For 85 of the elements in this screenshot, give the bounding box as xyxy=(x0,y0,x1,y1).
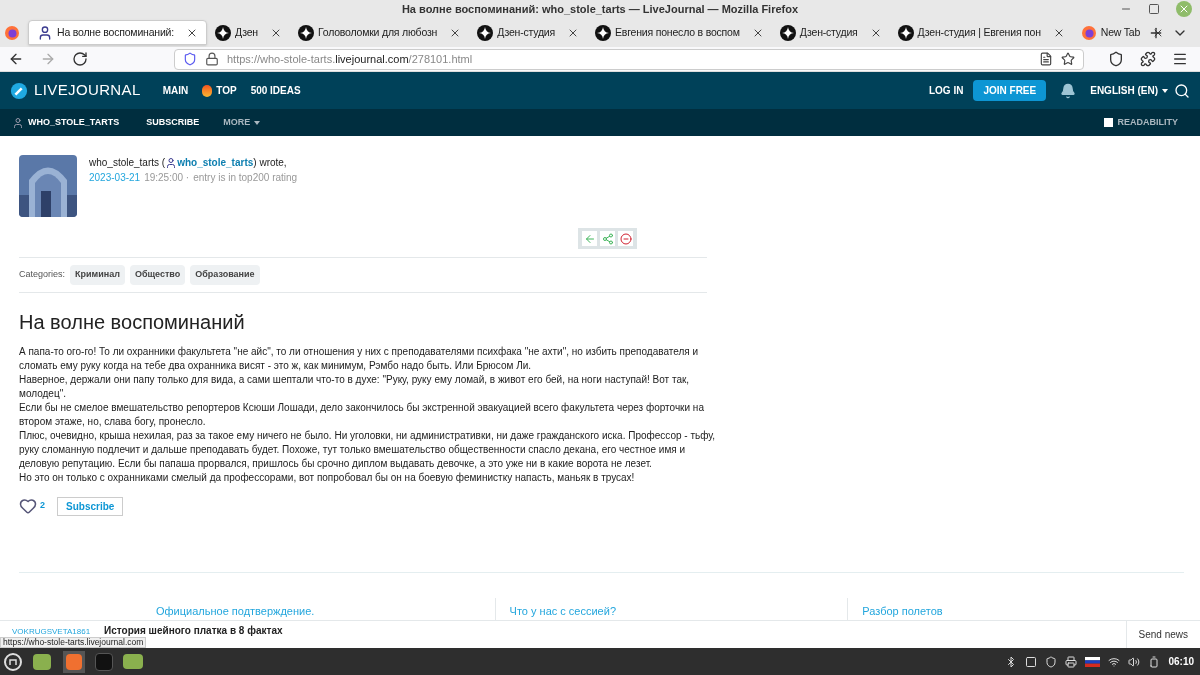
news-headline[interactable]: История шейного платка в 8 фактах xyxy=(104,625,283,637)
site-logo[interactable]: LIVEJOURNAL xyxy=(34,79,141,102)
address-bar[interactable]: https://who-stole-tarts.livejournal.com/278101.html xyxy=(174,48,1084,70)
tab-title: Дзен-студия | Евгения пон xyxy=(917,24,1041,40)
tab-title: Дзен-студия xyxy=(497,24,556,40)
tab-title: Дзен xyxy=(234,24,258,40)
browser-tab[interactable]: New Tab xyxy=(1072,20,1173,45)
categories-label: Categories: xyxy=(19,268,66,281)
url-text: https://who-stole-tarts.livejournal.com/278101.html xyxy=(227,51,474,67)
user-icon xyxy=(37,24,53,41)
user-icon xyxy=(165,157,178,170)
tab-title: New Tab xyxy=(1100,24,1141,40)
star-icon xyxy=(297,24,314,41)
block-button[interactable] xyxy=(618,231,633,246)
terminal-icon[interactable] xyxy=(95,652,113,671)
subscribe-link[interactable]: SUBSCRIBE xyxy=(146,115,200,130)
window-title: На волне воспоминаний: who_stole_tarts — LiveJournal — Mozilla Firefox xyxy=(401,1,799,17)
reader-icon[interactable] xyxy=(1039,52,1053,66)
shield-icon xyxy=(183,52,197,66)
star-icon xyxy=(214,24,231,41)
star-icon xyxy=(595,24,612,41)
menu-icon[interactable] xyxy=(3,651,23,672)
rating-text: entry is in top200 rating xyxy=(193,172,298,183)
share-button[interactable] xyxy=(600,231,615,246)
back-icon[interactable] xyxy=(8,51,24,67)
tab-title: Евгения понесло в воспом xyxy=(615,24,740,40)
star-icon xyxy=(779,24,796,41)
browser-tab[interactable]: Дзен-студия xyxy=(771,20,890,45)
flag-icon[interactable] xyxy=(1085,656,1101,667)
volume-icon[interactable] xyxy=(1128,655,1141,668)
like-icon[interactable] xyxy=(19,497,37,515)
browser-tab[interactable]: Дзен-студия xyxy=(469,20,588,45)
browser-tab[interactable]: На волне воспоминаний: xyxy=(28,20,207,45)
user-icon xyxy=(12,116,24,129)
login-link[interactable]: LOG IN xyxy=(928,83,964,98)
fire-icon xyxy=(202,84,213,97)
tab-title: Головоломки для любозн xyxy=(317,24,438,40)
bookmark-icon[interactable] xyxy=(1061,52,1075,66)
nav-link[interactable]: TOP xyxy=(202,83,237,98)
star-icon xyxy=(897,24,914,41)
nav-link[interactable]: MAIN xyxy=(162,83,189,98)
battery-icon[interactable] xyxy=(1148,655,1161,668)
star-icon xyxy=(477,24,494,41)
author-name: who_stole_tarts ( xyxy=(89,157,166,168)
arrow-icon xyxy=(583,232,596,245)
shield-icon[interactable] xyxy=(1045,655,1058,668)
tab-title: Дзен-студия xyxy=(799,24,858,40)
reload-icon[interactable] xyxy=(72,51,88,67)
readability-checkbox[interactable] xyxy=(1103,118,1113,127)
browser-tab[interactable]: Головоломки для любозн xyxy=(289,20,470,45)
like-count: 2 xyxy=(40,499,45,513)
wifi-icon[interactable] xyxy=(1108,655,1121,668)
category-tag[interactable]: Криминал xyxy=(70,265,125,285)
post-paragraph: Наверное, держали они папу только для вида, а сами шептали что-то в духе: "Руку, руку ему ломай, в живот его бей, на ноги наступай! Вот так, молодец". xyxy=(19,372,691,401)
readability-label: READABILITY xyxy=(1117,115,1178,129)
language-dropdown[interactable]: ENGLISH (EN) xyxy=(1090,83,1168,98)
tab-title: На волне воспоминаний: xyxy=(57,24,174,40)
category-tag[interactable]: Образование xyxy=(190,265,260,285)
browser-tab[interactable]: Евгения понесло в воспом xyxy=(587,20,772,45)
post-time: 19:25:00 · xyxy=(144,172,190,183)
lock-icon xyxy=(205,52,219,66)
post-title: На волне воспоминаний xyxy=(19,309,246,335)
nav-link[interactable]: 500 IDEAS xyxy=(250,83,301,98)
more-dropdown[interactable]: MORE xyxy=(223,115,261,130)
printer-icon[interactable] xyxy=(1065,655,1078,668)
folder-icon[interactable] xyxy=(123,654,143,669)
post-paragraph: Плюс, очевидно, крыша нехилая, раз за такое ему ничего не было. Ни уголовки, ни административки, ни даже гражданского иска. Профессор - тьфу, руку сломанную подлечит и дальше преподавать будет. Похоже, тут только вмешательство общественности спасло декана, его честное имя и деловую репутацию. Если бы папаша прорвался, пришлось бы срочно диплом выдавать девочке, а это уже ни в какие ворота не лезет. xyxy=(19,428,717,471)
category-tag[interactable]: Общество xyxy=(129,265,186,285)
post-paragraph: А папа-то ого-го! То ли охранники факультета "не айс", то ли отношения у них с преподавателями психфака "не ахти", но избить преподавателя и сломать ему руку когда на тебе два охранника висят - это ж, как минимум, Рэмбо надо быть. Или Брюсом Ли. xyxy=(19,344,700,373)
window-icon[interactable] xyxy=(33,653,51,670)
bell-icon[interactable] xyxy=(1060,82,1077,99)
menu-icon[interactable] xyxy=(1172,51,1188,67)
user-link[interactable]: WHO_STOLE_TARTS xyxy=(28,115,120,130)
search-icon[interactable] xyxy=(1174,82,1190,99)
post-paragraph: Если бы не смелое вмешательство репортеров Ксюши Лошади, дело закончилось бы экстренной эвакуацией всего факультета через форточки на втором этаже, но, слава богу, пронесло. xyxy=(19,400,705,429)
post-paragraph: Но это он только с охранниками смелый да профессорами, вот попробовал бы он на боевую феминистку напасть, маньяк в трусах! xyxy=(19,470,636,485)
clock[interactable]: 06:10 xyxy=(1168,654,1197,669)
share-icon xyxy=(601,232,614,245)
browser-tab[interactable]: Дзен xyxy=(206,20,290,45)
wrote-text: ) wrote, xyxy=(253,157,287,168)
extensions-icon[interactable] xyxy=(1140,51,1156,67)
logo-icon xyxy=(10,81,28,100)
browser-tab[interactable]: Дзен-студия | Евгения пон xyxy=(889,20,1073,45)
maximize-icon[interactable] xyxy=(1148,3,1160,15)
block-icon xyxy=(619,232,632,245)
